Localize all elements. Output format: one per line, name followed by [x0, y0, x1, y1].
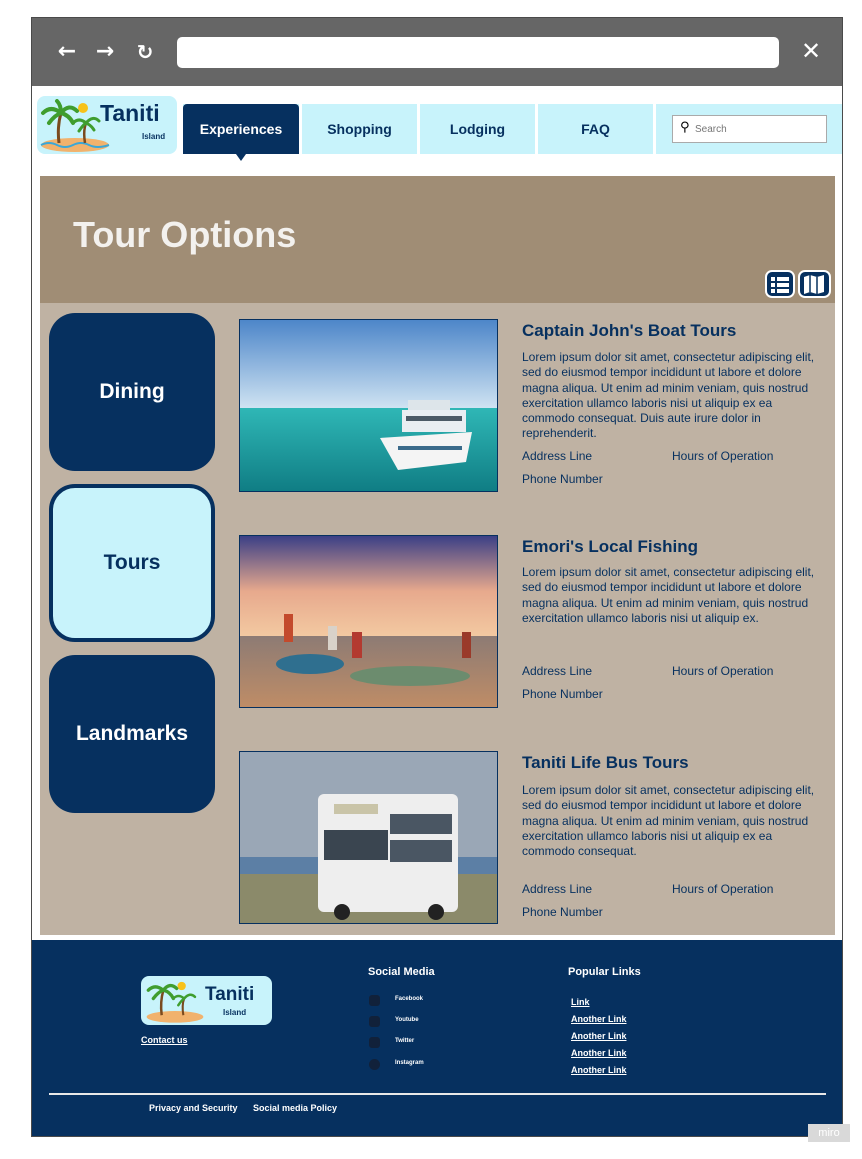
search-box[interactable]: ⚲: [672, 115, 827, 143]
tour-phone: Phone Number: [522, 905, 603, 919]
tour-hours: Hours of Operation: [672, 449, 774, 463]
list-view-icon[interactable]: [765, 270, 795, 298]
youtube-icon: [369, 1016, 380, 1027]
browser-toolbar: ← → ↻ ✕: [32, 18, 842, 86]
twitter-icon: [369, 1037, 380, 1048]
nav-faq[interactable]: FAQ: [538, 104, 653, 154]
palm-tree-logo-icon: [146, 981, 204, 1023]
logo-name: Taniti: [100, 100, 160, 126]
tour-address: Address Line: [522, 449, 593, 463]
tour-title[interactable]: Emori's Local Fishing: [522, 537, 698, 557]
privacy-link[interactable]: Privacy and Security: [149, 1103, 238, 1113]
popular-link[interactable]: Link: [571, 997, 590, 1007]
contact-link[interactable]: Contact us: [141, 1035, 188, 1045]
tour-description: Lorem ipsum dolor sit amet, consectetur …: [522, 350, 815, 441]
social-policy-link[interactable]: Social media Policy: [253, 1103, 337, 1113]
social-label: Youtube: [395, 1017, 419, 1023]
search-input[interactable]: [695, 120, 815, 138]
category-dining[interactable]: Dining: [49, 313, 215, 471]
popular-link[interactable]: Another Link: [571, 1031, 627, 1041]
popular-link[interactable]: Another Link: [571, 1014, 627, 1024]
tour-hours: Hours of Operation: [672, 664, 774, 678]
social-heading: Social Media: [368, 966, 435, 978]
miro-watermark: miro: [808, 1124, 850, 1142]
popular-link[interactable]: Another Link: [571, 1048, 627, 1058]
footer-divider: [49, 1093, 826, 1095]
footer-logo-subtitle: Island: [223, 1008, 247, 1017]
boat-photo[interactable]: [239, 319, 498, 492]
tour-phone: Phone Number: [522, 472, 603, 486]
facebook-icon: [369, 995, 380, 1006]
arrow-right-icon[interactable]: →: [93, 40, 117, 64]
popular-link[interactable]: Another Link: [571, 1065, 627, 1075]
address-bar[interactable]: [177, 37, 779, 68]
bus-photo[interactable]: [239, 751, 498, 924]
site-header: Taniti Island Experiences Shopping Lodgi…: [32, 86, 842, 174]
nav-shopping[interactable]: Shopping: [302, 104, 417, 154]
tour-address: Address Line: [522, 664, 593, 678]
hero-banner: Tour Options: [40, 176, 835, 303]
social-label: Twitter: [395, 1038, 415, 1044]
footer-logo-name: Taniti: [205, 984, 255, 1005]
tour-description: Lorem ipsum dolor sit amet, consectetur …: [522, 783, 815, 859]
close-icon[interactable]: ✕: [798, 38, 824, 64]
category-landmarks[interactable]: Landmarks: [49, 655, 215, 813]
reload-icon[interactable]: ↻: [133, 40, 157, 64]
page-title: Tour Options: [73, 214, 297, 255]
site-footer: Taniti Island Contact us Social Media Fa…: [32, 940, 842, 1136]
tour-address: Address Line: [522, 882, 593, 896]
tour-description: Lorem ipsum dolor sit amet, consectetur …: [522, 565, 815, 625]
nav-divider: [653, 104, 656, 154]
tour-phone: Phone Number: [522, 687, 603, 701]
social-label: Facebook: [395, 996, 424, 1002]
browser-window: ← → ↻ ✕ Taniti Island Experiences Shoppi…: [31, 17, 843, 1137]
logo[interactable]: Taniti Island: [37, 96, 177, 154]
popular-links-heading: Popular Links: [568, 966, 641, 978]
social-label: Instagram: [395, 1060, 424, 1066]
arrow-left-icon[interactable]: ←: [55, 40, 79, 64]
instagram-icon: [369, 1059, 380, 1070]
nav-lodging[interactable]: Lodging: [420, 104, 535, 154]
search-icon[interactable]: ⚲: [680, 120, 690, 135]
nav-experiences[interactable]: Experiences: [183, 104, 299, 161]
footer-logo[interactable]: Taniti Island: [141, 976, 272, 1025]
category-tours[interactable]: Tours: [49, 484, 215, 642]
fishing-photo[interactable]: [239, 535, 498, 708]
logo-subtitle: Island: [142, 132, 166, 141]
map-view-icon[interactable]: [798, 270, 831, 298]
tour-hours: Hours of Operation: [672, 882, 774, 896]
tour-list-panel: Dining Tours Landmarks Captain John's Bo…: [40, 303, 835, 935]
tour-title[interactable]: Taniti Life Bus Tours: [522, 753, 689, 773]
tour-title[interactable]: Captain John's Boat Tours: [522, 321, 736, 341]
